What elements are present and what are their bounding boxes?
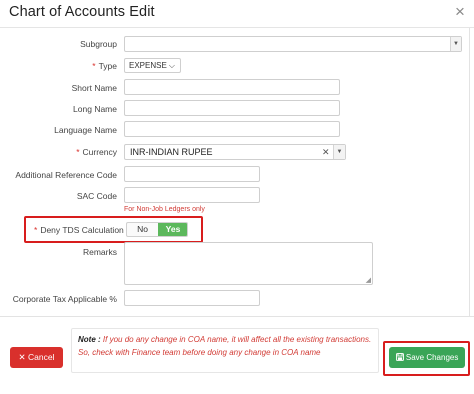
deny-tds-yes-option[interactable]: Yes [158,223,187,236]
coa-change-note: Note : If you do any change in COA name,… [71,328,379,373]
scrollbar-track[interactable] [469,28,470,316]
note-title: Note : [78,335,101,344]
long-name-field[interactable] [124,100,340,116]
deny-tds-toggle[interactable]: No Yes [126,222,188,237]
deny-tds-label: * Deny TDS Calculation [34,225,124,235]
required-marker: * [76,147,80,157]
save-changes-button[interactable]: Save Changes [389,347,465,368]
subgroup-select[interactable]: ▼ [124,36,462,52]
corporate-tax-field[interactable] [124,290,260,306]
note-text: If you do any change in COA name, it wil… [78,335,372,357]
short-name-label: Short Name [71,83,117,93]
save-icon [395,353,404,361]
close-icon[interactable]: × [455,2,465,22]
required-marker: * [92,61,96,71]
dialog-title: Chart of Accounts Edit [9,4,155,20]
currency-label: * Currency [76,147,117,157]
short-name-field[interactable] [124,79,340,95]
sac-code-hint: For Non-Job Ledgers only [124,206,205,213]
deny-tds-no-option[interactable]: No [127,223,158,236]
type-label: * Type [92,61,117,71]
sac-code-label: SAC Code [76,191,117,201]
chevron-down-icon: ▼ [450,37,461,51]
footer-divider [0,316,474,317]
language-name-field[interactable] [124,121,340,137]
additional-reference-code-label: Additional Reference Code [15,170,117,180]
subgroup-label: Subgroup [80,39,117,49]
remarks-label: Remarks [82,247,117,257]
deny-tds-highlight: * Deny TDS Calculation No Yes [24,216,203,243]
long-name-label: Long Name [73,104,117,114]
required-marker: * [34,225,38,235]
title-divider [0,27,474,28]
type-value: EXPENSE [129,61,167,70]
currency-value: INR-INDIAN RUPEE [130,147,213,157]
remarks-textarea[interactable]: ◢ [124,242,373,285]
type-select[interactable]: EXPENSE ⌵ [124,58,181,73]
language-name-label: Language Name [54,125,117,135]
sac-code-field[interactable] [124,187,260,203]
clear-icon[interactable]: ✕ [322,145,330,159]
chevron-down-icon: ⌵ [168,61,175,70]
currency-select[interactable]: INR-INDIAN RUPEE ✕ ▼ [124,144,346,160]
chevron-down-icon: ▼ [333,145,345,159]
corporate-tax-label: Corporate Tax Applicable % [12,294,117,304]
additional-reference-code-field[interactable] [124,166,260,182]
resize-handle-icon[interactable]: ◢ [366,277,371,284]
save-label: Save Changes [405,353,459,362]
cancel-button[interactable]: ✕ Cancel [10,347,63,368]
close-icon: ✕ [18,352,26,362]
cancel-label: Cancel [28,352,55,362]
